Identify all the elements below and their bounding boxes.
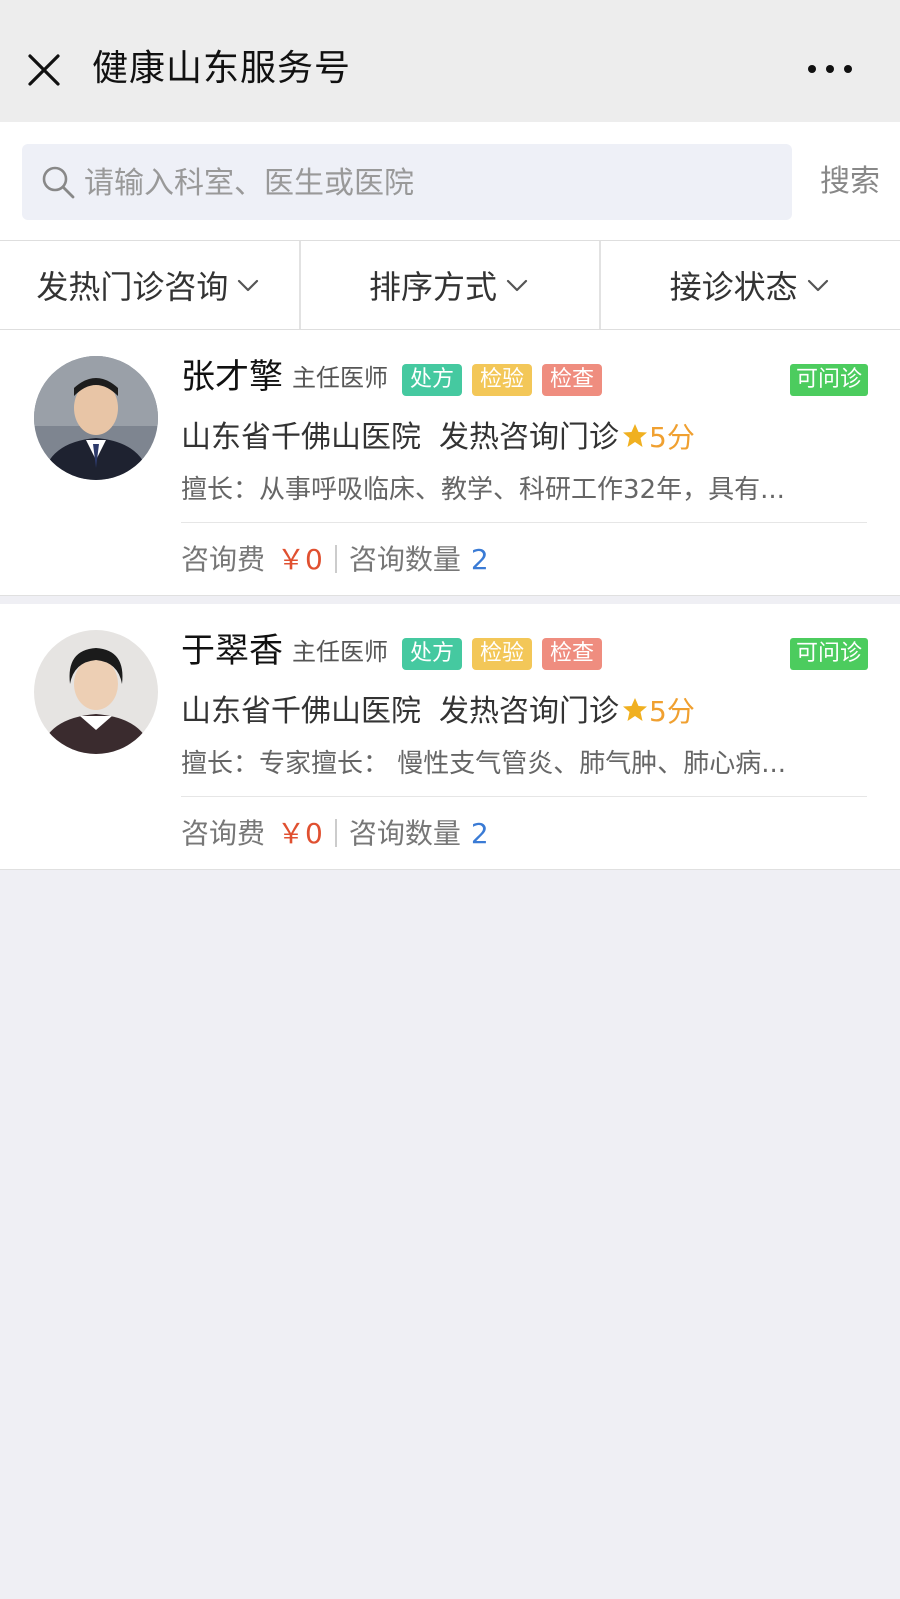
tag-lab-test: 检验 xyxy=(472,638,533,670)
divider xyxy=(181,796,867,797)
fee-value: ￥0 xyxy=(277,543,323,576)
avatar xyxy=(34,630,158,754)
tag-lab-test: 检验 xyxy=(472,364,533,396)
filter-department[interactable]: 发热门诊咨询 xyxy=(0,241,301,329)
count-value: 2 xyxy=(470,543,489,576)
doctor-title: 主任医师 xyxy=(292,638,388,666)
hospital-name: 山东省千佛山医院 xyxy=(181,420,421,455)
fee-row: 咨询费 ￥0 咨询数量 2 xyxy=(181,814,489,854)
tag-prescription: 处方 xyxy=(402,364,463,396)
count-label: 咨询数量 xyxy=(348,543,461,576)
search-box[interactable] xyxy=(22,144,792,222)
doctor-name: 于翠香 xyxy=(181,631,283,671)
hospital-line: 山东省千佛山医院 发热咨询门诊 5分 xyxy=(181,690,695,734)
tag-examination: 检查 xyxy=(542,364,603,396)
consult-available-badge[interactable]: 可问诊 xyxy=(789,638,868,670)
filter-sort[interactable]: 排序方式 xyxy=(301,241,602,329)
consult-available-badge[interactable]: 可问诊 xyxy=(789,364,868,396)
department-name: 发热咨询门诊 xyxy=(439,420,619,455)
star-icon xyxy=(621,696,649,724)
doctor-card[interactable]: 张才擎 主任医师 处方 检验 检查 可问诊 山东省千佛山医院 发热咨询门诊 5分 擅… xyxy=(0,330,900,596)
separator xyxy=(334,545,337,573)
hospital-line: 山东省千佛山医院 发热咨询门诊 5分 xyxy=(181,416,695,460)
search-button[interactable]: 搜索 xyxy=(810,144,890,220)
tag-prescription: 处方 xyxy=(402,638,463,670)
more-icon xyxy=(808,65,852,73)
search-icon xyxy=(38,162,78,202)
rating: 5分 xyxy=(649,695,695,728)
filter-status[interactable]: 接诊状态 xyxy=(601,241,900,329)
rating: 5分 xyxy=(649,421,695,454)
close-icon xyxy=(28,54,60,86)
fee-label: 咨询费 xyxy=(181,817,266,850)
chevron-down-icon xyxy=(234,271,262,299)
filter-bar: 发热门诊咨询 排序方式 接诊状态 xyxy=(0,240,900,330)
doctor-name: 张才擎 xyxy=(181,357,283,397)
hospital-name: 山东省千佛山医院 xyxy=(181,694,421,729)
chevron-down-icon xyxy=(804,271,832,299)
filter-label: 发热门诊咨询 xyxy=(36,268,229,306)
department-name: 发热咨询门诊 xyxy=(439,694,619,729)
filter-label: 排序方式 xyxy=(369,268,498,306)
search-area: 搜索 xyxy=(0,122,900,240)
count-label: 咨询数量 xyxy=(348,817,461,850)
more-button[interactable] xyxy=(800,52,860,86)
chevron-down-icon xyxy=(503,271,531,299)
filter-label: 接诊状态 xyxy=(669,268,798,306)
star-icon xyxy=(621,422,649,450)
doctor-title: 主任医师 xyxy=(292,364,388,392)
fee-row: 咨询费 ￥0 咨询数量 2 xyxy=(181,540,489,580)
specialty-text: 擅长：从事呼吸临床、教学、科研工作32年，具有... xyxy=(181,475,785,505)
search-input[interactable] xyxy=(82,144,776,222)
doctor-card[interactable]: 于翠香 主任医师 处方 检验 检查 可问诊 山东省千佛山医院 发热咨询门诊 5分 擅… xyxy=(0,604,900,870)
fee-value: ￥0 xyxy=(277,817,323,850)
tag-examination: 检查 xyxy=(542,638,603,670)
divider xyxy=(181,522,867,523)
avatar xyxy=(34,356,158,480)
close-button[interactable] xyxy=(22,48,66,92)
top-bar: 健康山东服务号 xyxy=(0,0,900,122)
fee-label: 咨询费 xyxy=(181,543,266,576)
specialty-text: 擅长：专家擅长： 慢性支气管炎、肺气肿、肺心病... xyxy=(181,749,787,779)
count-value: 2 xyxy=(470,817,489,850)
page-title: 健康山东服务号 xyxy=(92,48,352,89)
separator xyxy=(334,819,337,847)
